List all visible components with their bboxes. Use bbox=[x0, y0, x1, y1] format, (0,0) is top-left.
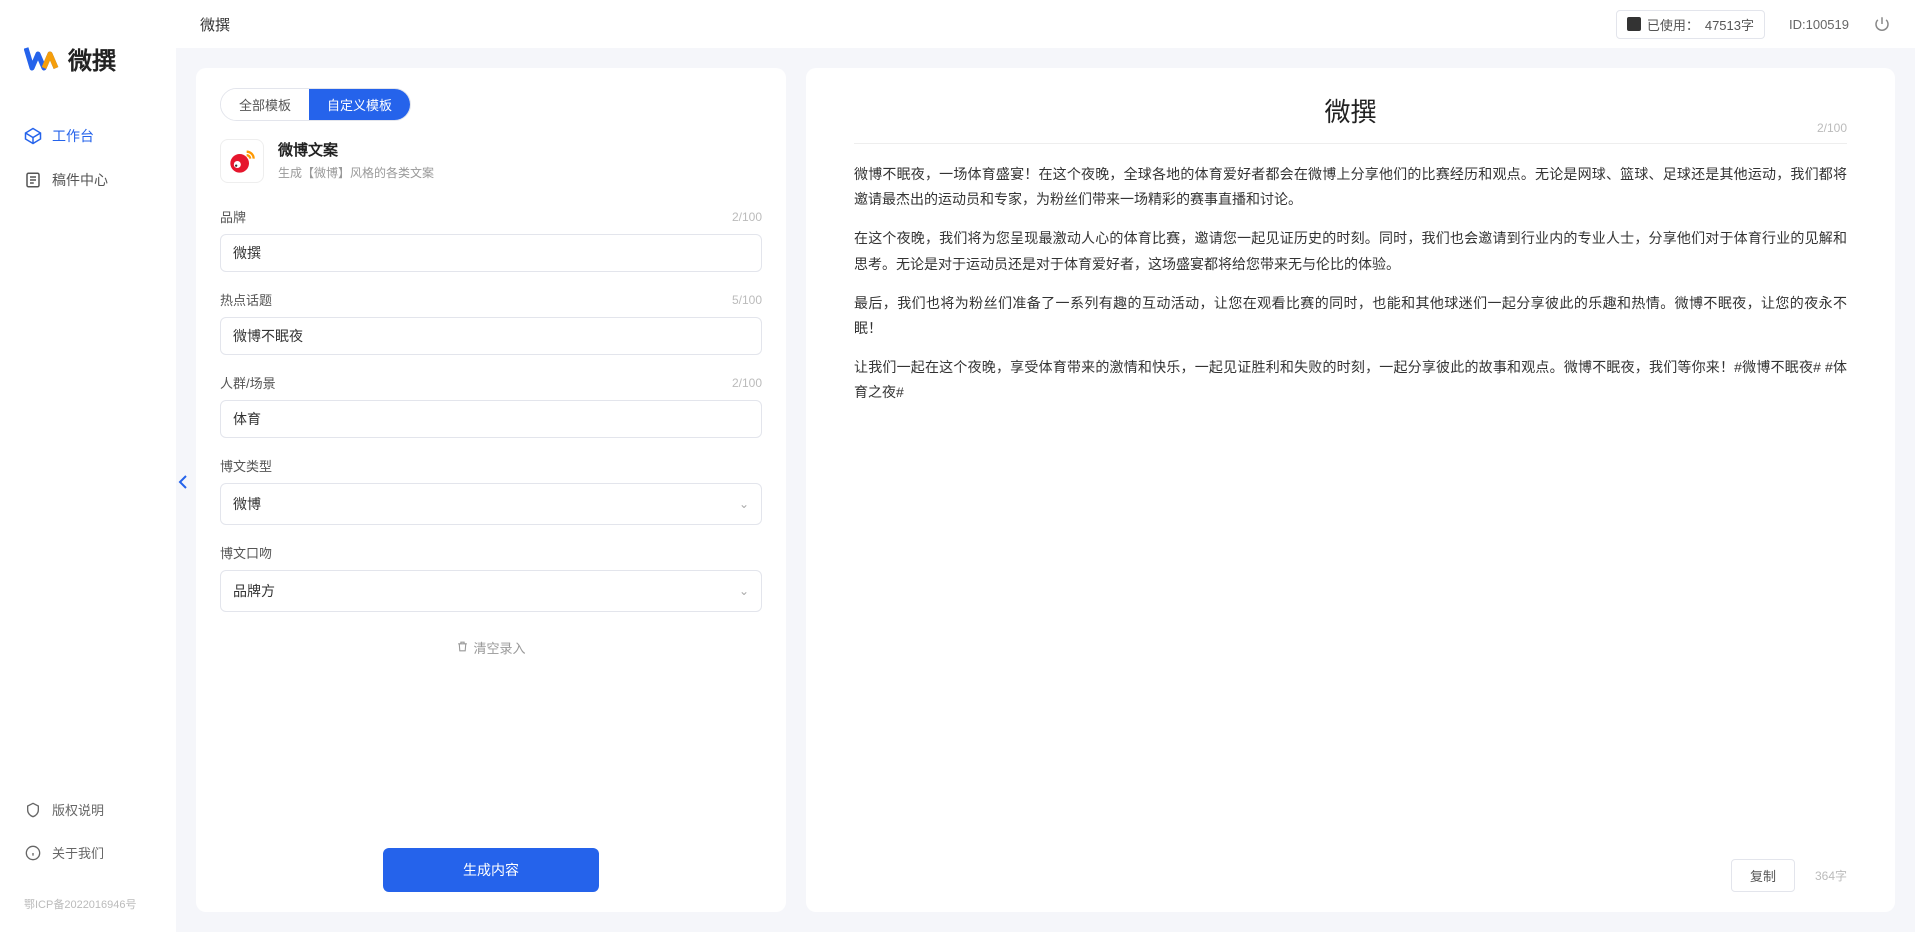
nav-list: 工作台 稿件中心 bbox=[0, 116, 176, 790]
sidebar-item-label: 关于我们 bbox=[52, 843, 104, 862]
field-label: 博文类型 bbox=[220, 456, 272, 475]
field-brand: 品牌 2/100 bbox=[220, 207, 762, 272]
sidebar-item-label: 工作台 bbox=[52, 126, 94, 146]
copy-button[interactable]: 复制 bbox=[1731, 859, 1795, 892]
power-icon[interactable] bbox=[1873, 15, 1891, 33]
usage-label: 已使用： bbox=[1647, 15, 1699, 34]
char-count: 2/100 bbox=[732, 376, 762, 390]
info-icon bbox=[24, 844, 42, 862]
usage-value: 47513字 bbox=[1705, 15, 1754, 34]
tab-custom-templates[interactable]: 自定义模板 bbox=[309, 89, 410, 120]
user-id: ID:100519 bbox=[1789, 17, 1849, 32]
sidebar-bottom: 版权说明 关于我们 bbox=[0, 790, 176, 888]
logo: 微撰 bbox=[0, 20, 176, 116]
char-count: 2/100 bbox=[732, 210, 762, 224]
sidebar-item-workspace[interactable]: 工作台 bbox=[12, 116, 164, 156]
select-value: 微博 bbox=[233, 494, 261, 514]
clear-label: 清空录入 bbox=[473, 638, 525, 657]
chevron-down-icon: ⌄ bbox=[739, 497, 749, 511]
chevron-down-icon: ⌄ bbox=[739, 584, 749, 598]
select-value: 品牌方 bbox=[233, 581, 275, 601]
field-scene: 人群/场景 2/100 bbox=[220, 373, 762, 438]
shield-icon bbox=[24, 801, 42, 819]
trash-icon bbox=[456, 640, 469, 656]
output-title: 微撰 bbox=[1324, 92, 1376, 129]
field-topic: 热点话题 5/100 bbox=[220, 290, 762, 355]
sidebar: 微撰 工作台 稿件中心 版权说明 bbox=[0, 0, 176, 932]
sidebar-item-copyright[interactable]: 版权说明 bbox=[12, 790, 164, 829]
template-header: 微博文案 生成【微博】风格的各类文案 bbox=[220, 139, 762, 183]
brand-input[interactable] bbox=[220, 234, 762, 272]
collapse-handle[interactable] bbox=[176, 472, 190, 492]
output-paragraph: 在这个夜晚，我们将为您呈现最激动人心的体育比赛，邀请您一起见证历史的时刻。同时，… bbox=[854, 226, 1847, 276]
output-panel: 微撰 2/100 微博不眠夜，一场体育盛宴！在这个夜晚，全球各地的体育爱好者都会… bbox=[806, 68, 1895, 912]
field-label: 品牌 bbox=[220, 207, 246, 226]
field-label: 人群/场景 bbox=[220, 373, 276, 392]
char-count: 5/100 bbox=[732, 293, 762, 307]
document-icon bbox=[24, 171, 42, 189]
weibo-icon bbox=[220, 139, 264, 183]
sidebar-item-drafts[interactable]: 稿件中心 bbox=[12, 160, 164, 200]
logo-text: 微撰 bbox=[68, 41, 116, 76]
topbar: 微撰 已使用： 47513字 ID:100519 bbox=[176, 0, 1915, 48]
form-panel: 全部模板 自定义模板 微博文案 生成【微博】风格的各类文案 bbox=[196, 68, 786, 912]
generate-button[interactable]: 生成内容 bbox=[383, 848, 599, 892]
output-pager: 2/100 bbox=[1817, 121, 1847, 135]
output-char-count: 364字 bbox=[1815, 867, 1847, 884]
topic-input[interactable] bbox=[220, 317, 762, 355]
page-title: 微撰 bbox=[200, 14, 230, 35]
clear-button[interactable]: 清空录入 bbox=[220, 630, 762, 677]
output-body: 微博不眠夜，一场体育盛宴！在这个夜晚，全球各地的体育爱好者都会在微博上分享他们的… bbox=[854, 162, 1847, 843]
sidebar-item-label: 版权说明 bbox=[52, 800, 104, 819]
cube-icon bbox=[24, 127, 42, 145]
usage-badge[interactable]: 已使用： 47513字 bbox=[1616, 10, 1765, 39]
template-title: 微博文案 bbox=[278, 139, 434, 160]
scene-input[interactable] bbox=[220, 400, 762, 438]
sidebar-item-about[interactable]: 关于我们 bbox=[12, 833, 164, 872]
field-label: 博文口吻 bbox=[220, 543, 272, 562]
field-type: 博文类型 微博 ⌄ bbox=[220, 456, 762, 525]
type-select[interactable]: 微博 ⌄ bbox=[220, 483, 762, 525]
logo-icon bbox=[24, 40, 60, 76]
tab-all-templates[interactable]: 全部模板 bbox=[221, 89, 309, 120]
output-paragraph: 让我们一起在这个夜晚，享受体育带来的激情和快乐，一起见证胜利和失败的时刻，一起分… bbox=[854, 355, 1847, 405]
sidebar-item-label: 稿件中心 bbox=[52, 170, 108, 190]
icp-text: 鄂ICP备2022016946号 bbox=[0, 888, 176, 912]
output-paragraph: 最后，我们也将为粉丝们准备了一系列有趣的互动活动，让您在观看比赛的同时，也能和其… bbox=[854, 291, 1847, 341]
output-paragraph: 微博不眠夜，一场体育盛宴！在这个夜晚，全球各地的体育爱好者都会在微博上分享他们的… bbox=[854, 162, 1847, 212]
template-subtitle: 生成【微博】风格的各类文案 bbox=[278, 164, 434, 181]
text-icon bbox=[1627, 17, 1641, 31]
field-tone: 博文口吻 品牌方 ⌄ bbox=[220, 543, 762, 612]
tone-select[interactable]: 品牌方 ⌄ bbox=[220, 570, 762, 612]
field-label: 热点话题 bbox=[220, 290, 272, 309]
